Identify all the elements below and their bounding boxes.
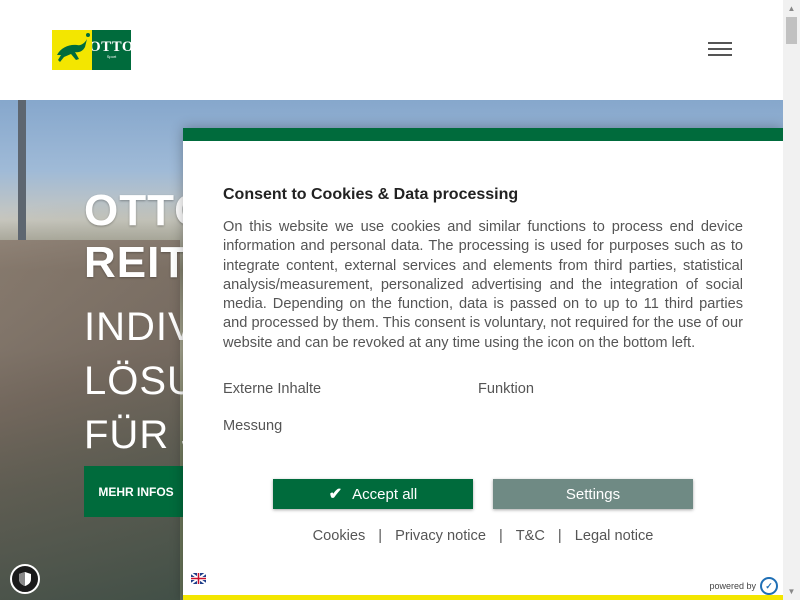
site-header: OTTO Sport: [0, 0, 783, 100]
consent-options: Externe Inhalte Funktion Messung: [223, 381, 743, 461]
horse-logo-icon: [52, 30, 92, 70]
checkmark-icon: ✔: [328, 486, 343, 503]
scroll-up-arrow-icon[interactable]: ▲: [783, 0, 800, 17]
dialog-top-bar: [183, 128, 783, 141]
otto-sport-logo[interactable]: OTTO Sport: [52, 30, 135, 70]
consent-links: Cookies | Privacy notice | T&C | Legal notice: [183, 528, 783, 544]
language-flag-icon[interactable]: [191, 573, 206, 584]
floodlight-tower: [18, 100, 26, 240]
logo-text: OTTO: [88, 39, 135, 55]
logo-wordmark: OTTO Sport: [88, 30, 135, 70]
mehr-infos-button[interactable]: MEHR INFOS: [84, 466, 188, 517]
powered-by: powered by ✓: [709, 577, 778, 595]
option-messung[interactable]: Messung: [223, 418, 282, 434]
consent-text: On this website we use cookies and simil…: [223, 219, 743, 351]
link-separator: |: [557, 528, 562, 544]
link-cookies[interactable]: Cookies: [313, 528, 366, 544]
link-separator: |: [378, 528, 383, 544]
hamburger-menu-icon[interactable]: [708, 42, 732, 60]
option-externe-inhalte[interactable]: Externe Inhalte: [223, 381, 321, 397]
scrollbar-thumb[interactable]: [786, 17, 797, 44]
usercentrics-check-icon: ✓: [760, 577, 778, 595]
accept-all-button[interactable]: ✔ Accept all: [273, 479, 473, 509]
page-scrollbar[interactable]: ▲ ▼: [783, 0, 800, 600]
link-privacy-notice[interactable]: Privacy notice: [395, 528, 486, 544]
settings-button[interactable]: Settings: [493, 479, 693, 509]
privacy-shield-icon[interactable]: [10, 564, 40, 594]
consent-title: Consent to Cookies & Data processing: [223, 186, 519, 203]
scroll-down-arrow-icon[interactable]: ▼: [783, 583, 800, 600]
option-label: Externe Inhalte: [223, 381, 322, 398]
cookie-consent-dialog: Consent to Cookies & Data processing On …: [183, 128, 783, 600]
link-legal-notice[interactable]: Legal notice: [575, 528, 654, 544]
option-label: Messung: [223, 418, 283, 435]
dialog-bottom-strip: [183, 595, 783, 600]
accept-all-label: Accept all: [352, 485, 418, 503]
link-separator: |: [498, 528, 503, 544]
logo-subtext: Sport: [106, 54, 117, 59]
powered-by-label: powered by: [709, 581, 756, 591]
link-tc[interactable]: T&C: [516, 528, 545, 544]
option-funktion[interactable]: Funktion: [478, 381, 534, 397]
option-label: Funktion: [478, 381, 534, 398]
